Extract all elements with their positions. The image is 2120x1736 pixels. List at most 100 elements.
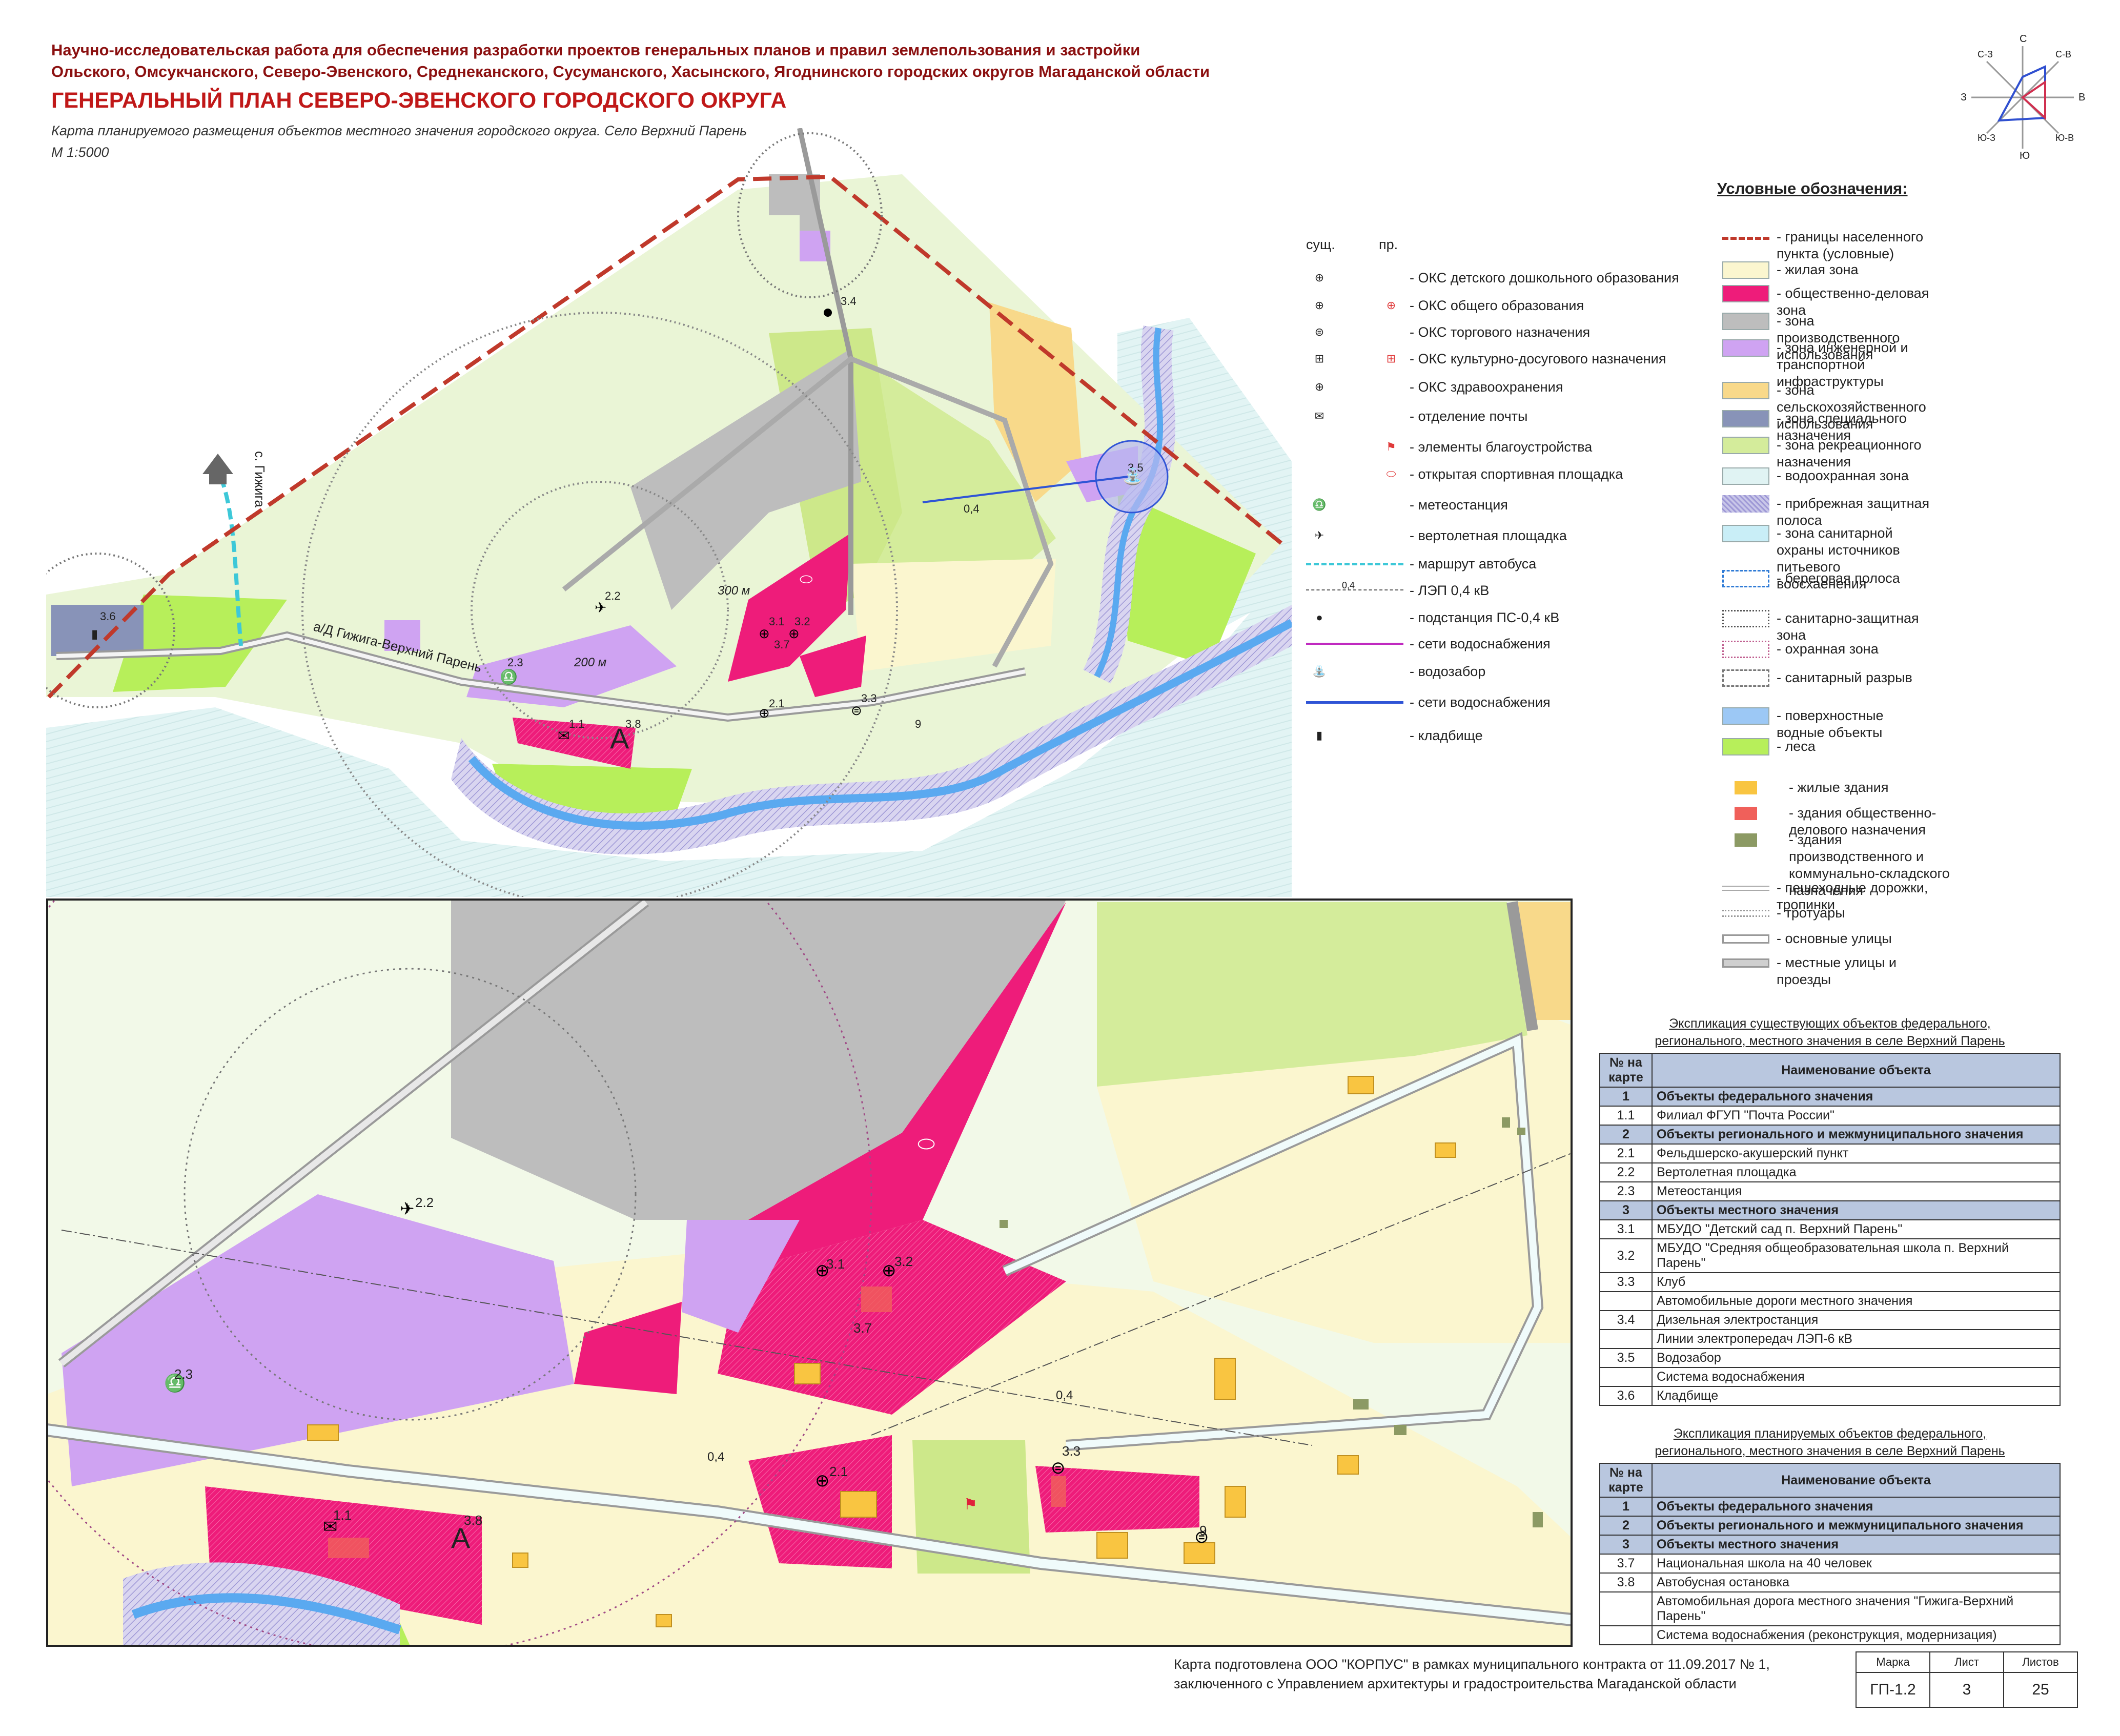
legend-label: - охранная зона (1777, 641, 1879, 657)
legend-swatch (1722, 437, 1769, 454)
obj-label: 2.1 (769, 697, 785, 710)
table-row: 3.2 МБУДО "Средняя общеобразовательная шк… (1599, 1238, 2061, 1273)
legend-swatch (1722, 707, 1769, 725)
legend-swatch (1722, 610, 1769, 627)
inset-obj-label: 9 (1199, 1523, 1207, 1538)
legend-swatch (1722, 934, 1769, 944)
weather-station-icon: ♎ (500, 668, 518, 685)
table-row: 1.1 Филиал ФГУП "Почта России" (1599, 1106, 2061, 1126)
health-planned-icon (1378, 378, 1404, 396)
table-cell-name: Автобусная остановка (1652, 1572, 2061, 1592)
page-title: ГЕНЕРАЛЬНЫЙ ПЛАН СЕВЕРО-ЭВЕНСКОГО ГОРОДС… (51, 88, 787, 113)
line-04-label: 0,4 (1056, 1388, 1073, 1402)
object-legend-label: - подстанция ПС-0,4 кВ (1410, 609, 1560, 625)
table-cell-num: 1 (1599, 1497, 1653, 1517)
obj-label: 2.3 (507, 656, 523, 669)
legend-row: - жилые здания (1722, 779, 1958, 796)
compass-n: С (2020, 33, 2027, 45)
object-legend-label: - ОКС общего образования (1410, 297, 1584, 313)
sports-ground-planned-icon: ⬭ (1386, 467, 1396, 480)
sports-ground-inset-icon: ⬭ (918, 1133, 935, 1155)
health-icon: ⊕ (1314, 380, 1324, 393)
substation-planned-icon (1378, 608, 1404, 627)
power-line-icon (1306, 581, 1333, 600)
legend-label: - жилая зона (1777, 262, 1859, 277)
object-legend-label: - сети водоснабжения (1410, 636, 1551, 651)
club-icon: ⊜ (851, 703, 862, 718)
legend-row: - поверхностные водные объекты (1722, 707, 1930, 741)
table-cell-name: МБУДО "Средняя общеобразовательная школа… (1652, 1238, 2061, 1273)
table-row: 3.4 Дизельная электростанция (1599, 1310, 2061, 1330)
compass-rose: С Ю З В С-З С-В Ю-З Ю-В (1961, 33, 2085, 161)
title-block-stamp: Марка Лист Листов ГП-1.2 3 25 (1856, 1651, 2078, 1708)
legend-swatch (1722, 285, 1769, 302)
legend-swatch (1735, 781, 1757, 794)
credit-text: Карта подготовлена ООО "КОРПУС" в рамках… (1174, 1657, 1770, 1691)
table-row: 2.2 Вертолетная площадка (1599, 1162, 2061, 1182)
legend-row: - тротуары (1722, 905, 1946, 922)
legend-swatch (1722, 641, 1769, 658)
legend-swatch (1722, 525, 1769, 542)
stamp-mark: ГП-1.2 (1856, 1672, 1930, 1708)
club-inset-icon: ⊜ (1051, 1458, 1066, 1478)
kindergarten-icon: ⊕ (759, 626, 770, 641)
table-header-name: Наименование объекта (1652, 1053, 2061, 1088)
table-cell-name: Водозабор (1652, 1348, 2061, 1368)
table-cell-num: 3.2 (1599, 1238, 1653, 1273)
obj-label: 3.3 (861, 692, 877, 705)
table-cell-name: Национальная школа на 40 человек (1652, 1554, 2061, 1574)
sports-ground-icon: ⬭ (800, 571, 813, 588)
table-row: 3.3 Клуб (1599, 1272, 2061, 1292)
table-cell-name: Автомобильная дорога местного значения "… (1652, 1591, 2061, 1626)
table-cell-name: Кладбище (1652, 1386, 2061, 1406)
weather-station-planned-icon (1378, 496, 1404, 514)
table-row: Автомобильная дорога местного значения "… (1599, 1591, 2061, 1626)
planned-column-header: пр. (1379, 237, 1398, 252)
table-cell-num: 3.6 (1599, 1386, 1653, 1406)
table-cell-name: Метеостанция (1652, 1181, 2061, 1201)
inset-obj-label: 1.1 (333, 1507, 352, 1523)
dist-300-label: 300 м (718, 584, 750, 598)
helipad-planned-icon (1378, 526, 1404, 545)
table-cell-name: Объекты регионального и межмуниципальног… (1652, 1125, 2061, 1145)
line-04-label: 0,4 (707, 1450, 724, 1464)
legend-swatch (1722, 313, 1769, 330)
legend-label: - зона рекреационного назначения (1777, 437, 1922, 469)
table-row: Система водоснабжения (1599, 1367, 2061, 1387)
table-row: Линии электропередач ЛЭП-6 кВ (1599, 1329, 2061, 1349)
header-line-1: Научно-исследовательская работа для обес… (51, 41, 1140, 59)
dist-200-label: 200 м (574, 656, 606, 669)
legend-swatch (1722, 467, 1769, 485)
helipad-icon: ✈ (595, 600, 606, 616)
legend-label: - основные улицы (1777, 931, 1892, 946)
compass-nw: С-З (1978, 49, 1993, 59)
legend-swatch (1722, 237, 1769, 240)
power-line-tag: 0,4 (1342, 580, 1355, 590)
shop-icon: ⊜ (1314, 325, 1324, 338)
table-cell-num (1599, 1291, 1653, 1311)
table-row: 3 Объекты местного значения (1599, 1200, 2061, 1220)
table-cell-num (1599, 1625, 1653, 1645)
table-cell-name: Объекты местного значения (1652, 1200, 2061, 1220)
table-cell-name: Система водоснабжения (1652, 1367, 2061, 1387)
kindergarten-icon: ⊕ (1314, 271, 1324, 284)
map-subtitle: Карта планируемого размещения объектов м… (51, 123, 747, 138)
compass-s: Ю (2020, 150, 2030, 161)
table-row: 3.7 Национальная школа на 40 человек (1599, 1554, 2061, 1574)
inset-obj-label: 2.2 (415, 1195, 434, 1210)
table-row: 1 Объекты федерального значения (1599, 1497, 2061, 1517)
post-icon: ✉ (1314, 410, 1324, 422)
health-icon: ⊕ (759, 705, 770, 721)
legend-row: - жилая зона (1722, 261, 1930, 279)
power-line-planned-icon (1378, 581, 1404, 600)
compass-e: В (2078, 92, 2085, 103)
table-row: 3.8 Автобусная остановка (1599, 1572, 2061, 1592)
compass-w: З (1961, 92, 1967, 103)
obj-label: 3.7 (774, 638, 790, 651)
table-cell-num: 3.5 (1599, 1348, 1653, 1368)
table-cell-num (1599, 1591, 1653, 1626)
legend-label: - леса (1777, 739, 1816, 754)
post-planned-icon (1378, 407, 1404, 425)
legend-label: - границы населенного пункта (условные) (1777, 229, 1924, 261)
table-cell-num: 2.3 (1599, 1181, 1653, 1201)
